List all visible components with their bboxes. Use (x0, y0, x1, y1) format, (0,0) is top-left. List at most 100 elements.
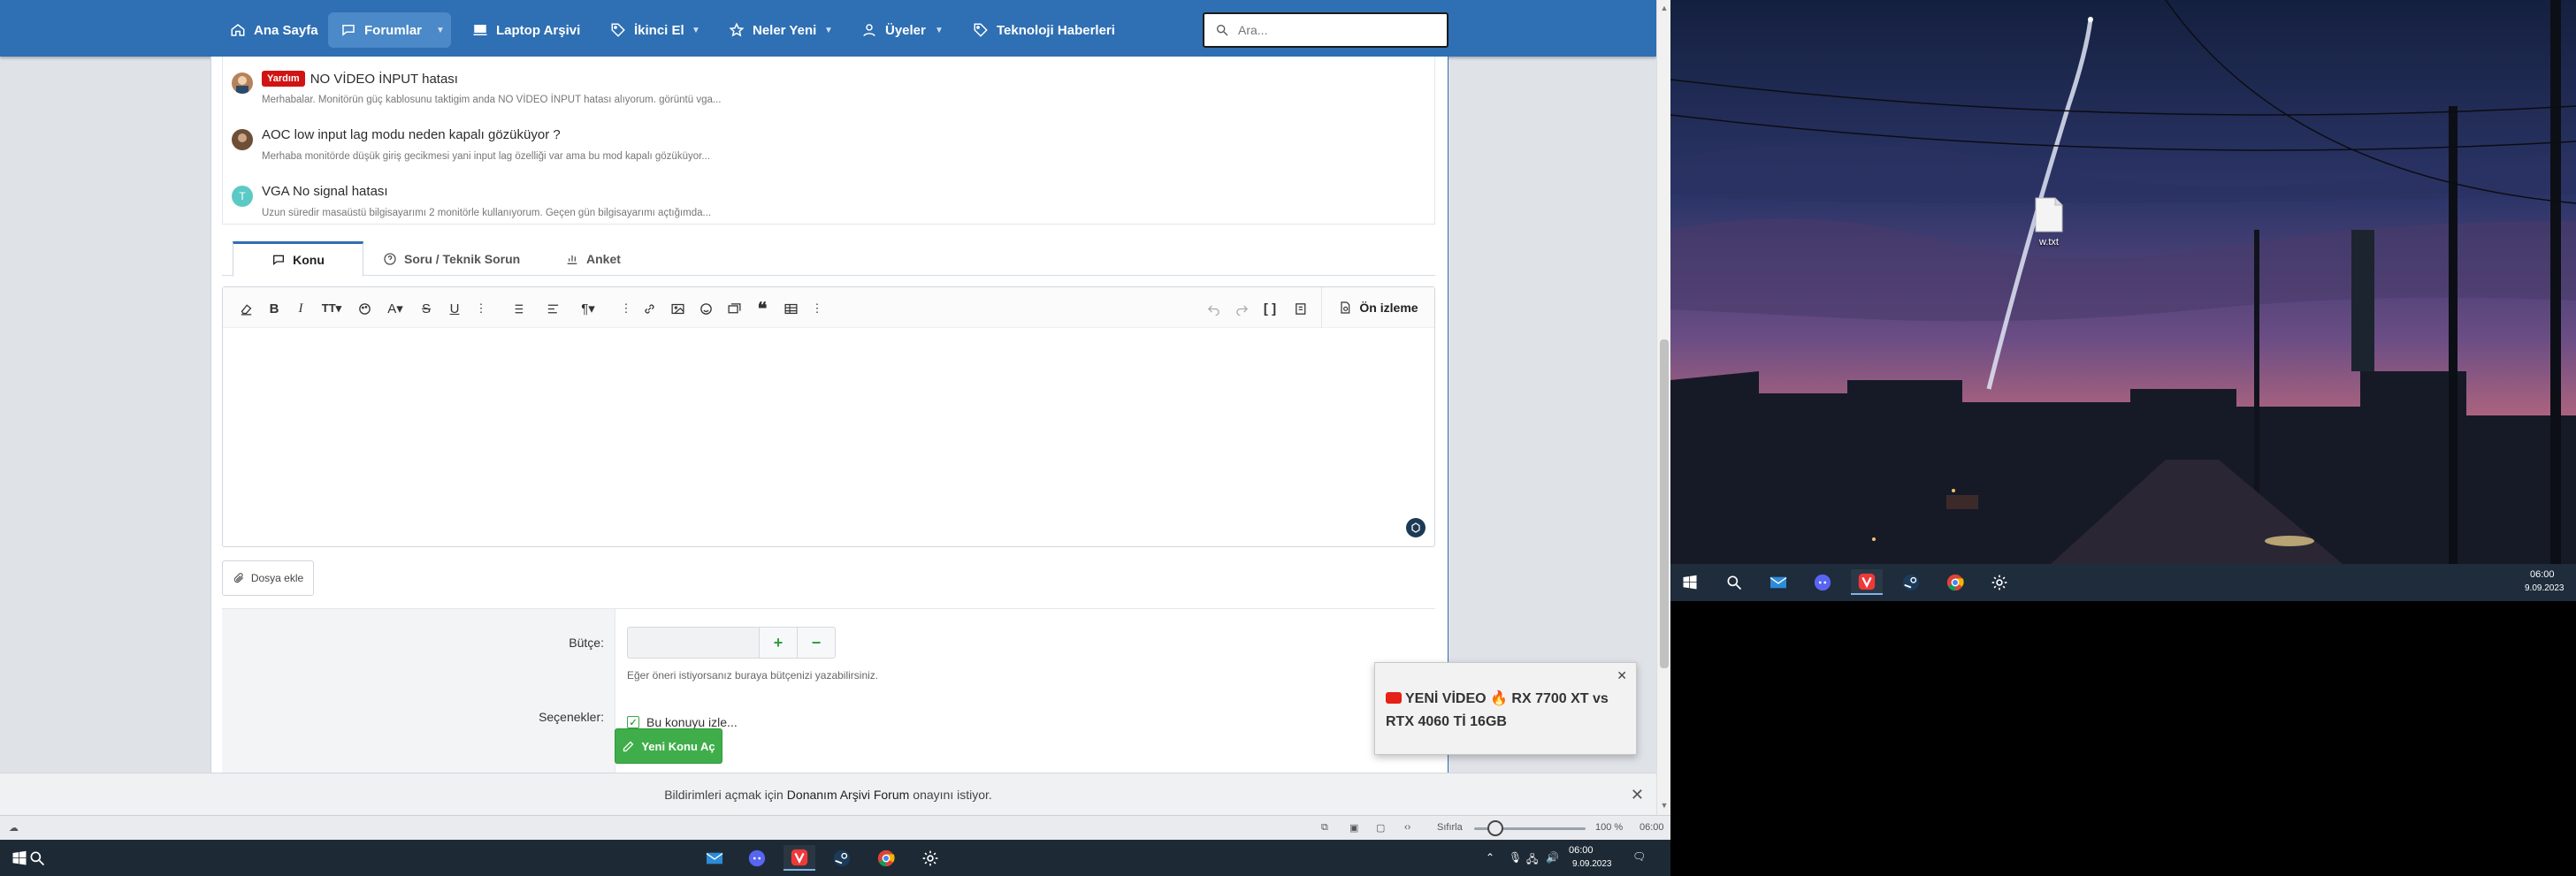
font-family-icon[interactable]: A▾ (380, 298, 410, 319)
nav-teknoloji-haberleri[interactable]: Teknoloji Haberleri (960, 12, 1127, 48)
settings-icon[interactable] (1984, 569, 2015, 595)
budget-increment-button[interactable]: + (759, 627, 798, 659)
palette-icon[interactable] (354, 298, 375, 319)
microphone-icon[interactable]: 🎙 (1509, 851, 1522, 864)
list-item[interactable]: Yardım NO VİDEO İNPUT hatası Merhabalar.… (223, 65, 1436, 120)
search-icon[interactable] (21, 845, 53, 871)
mail-app-icon[interactable] (699, 845, 730, 871)
thread-title-text[interactable]: NO VİDEO İNPUT hatası (310, 72, 458, 87)
tray-chevron-icon[interactable]: ⌃ (1486, 851, 1494, 864)
nav-ikinci-el[interactable]: İkinci El (598, 12, 697, 48)
cloud-icon[interactable]: ☁ (9, 822, 19, 834)
page-scrollbar[interactable]: ▲ ▼ (1656, 0, 1670, 815)
follow-thread-checkbox[interactable]: ✓ Bu konuyu izle... (627, 715, 738, 729)
tray-date[interactable]: 9.09.2023 (2525, 583, 2565, 593)
discord-icon[interactable] (1807, 569, 1838, 595)
tab-konu[interactable]: Konu (233, 241, 363, 277)
more-insert-icon[interactable]: ⋮ (806, 298, 828, 319)
close-icon[interactable]: ✕ (1631, 786, 1644, 804)
vivaldi-icon[interactable] (1851, 569, 1883, 595)
thread-title[interactable]: Yardım NO VİDEO İNPUT hatası (262, 71, 458, 87)
tray-time[interactable]: 06:00 (1569, 845, 1594, 856)
link-icon[interactable] (638, 298, 660, 319)
nav-forumlar[interactable]: Forumlar (328, 12, 435, 48)
nav-uyeler[interactable]: Üyeler (849, 12, 938, 48)
bold-icon[interactable]: B (264, 298, 285, 319)
bbcode-icon[interactable]: [ ] (1259, 298, 1280, 319)
search-box[interactable] (1203, 12, 1449, 48)
uyeler-dropdown-caret[interactable]: ▼ (929, 12, 950, 48)
media-icon[interactable] (723, 298, 745, 319)
scroll-up-icon[interactable]: ▲ (1660, 4, 1669, 12)
create-thread-button[interactable]: Yeni Konu Aç (615, 728, 722, 764)
budget-decrement-button[interactable]: − (797, 627, 836, 659)
start-icon[interactable] (1674, 569, 1706, 595)
nav-laptop-arsivi[interactable]: Laptop Arşivi (460, 12, 592, 48)
preview-button[interactable]: Ön izleme (1321, 287, 1434, 328)
ikinci-el-dropdown-caret[interactable]: ▼ (685, 12, 707, 48)
more-para-icon[interactable]: ⋮ (615, 298, 637, 319)
redo-icon[interactable] (1231, 298, 1252, 319)
editor-assistant-icon[interactable] (1406, 518, 1426, 537)
tab-anket[interactable]: Anket (551, 242, 635, 276)
italic-icon[interactable]: I (290, 298, 311, 319)
budget-input[interactable] (627, 627, 760, 659)
steam-icon[interactable] (1895, 569, 1927, 595)
chrome-icon[interactable] (1939, 569, 1971, 595)
table-icon[interactable] (780, 298, 801, 319)
strikethrough-icon[interactable]: S (416, 298, 437, 319)
thread-title[interactable]: AOC low input lag modu neden kapalı gözü… (262, 127, 561, 142)
align-icon[interactable] (538, 298, 568, 319)
image-toggle-icon[interactable]: ▣ (1349, 822, 1358, 834)
search-icon[interactable] (1718, 569, 1750, 595)
notifications-icon[interactable]: 🗨 (1632, 850, 1646, 863)
search-input[interactable] (1238, 23, 1433, 37)
thread-title-text[interactable]: VGA No signal hatası (262, 184, 388, 199)
more-text-icon[interactable]: ⋮ (470, 298, 492, 319)
vivaldi-icon[interactable] (784, 845, 815, 871)
tray-date[interactable]: 9.09.2023 (1572, 859, 1612, 869)
settings-icon[interactable] (914, 845, 946, 871)
tab-soru-teknik-sorun[interactable]: Soru / Teknik Sorun (369, 242, 534, 276)
image-icon[interactable] (667, 298, 688, 319)
undo-icon[interactable] (1203, 298, 1224, 319)
quote-icon[interactable]: ❝ (752, 298, 773, 319)
desktop-file[interactable]: w.txt (2022, 196, 2075, 248)
zoom-reset-label[interactable]: Sıfırla (1437, 822, 1463, 833)
close-icon[interactable]: ✕ (1617, 668, 1627, 683)
zoom-slider-handle[interactable] (1487, 820, 1503, 836)
font-size-icon[interactable]: TT▾ (317, 298, 347, 319)
page-action-icon[interactable]: ▢ (1376, 822, 1385, 834)
rich-text-editor[interactable]: B I TT▾ A▾ S U ⋮ ¶▾ ⋮ ❝ ⋮ [] Ön izleme (222, 286, 1435, 547)
popup-text[interactable]: YENİ VİDEO 🔥 RX 7700 XT vs RTX 4060 Tİ 1… (1386, 688, 1624, 734)
empty-screen-area (1670, 601, 2576, 876)
checkbox-checked-icon[interactable]: ✓ (627, 716, 639, 728)
forumlar-dropdown-caret[interactable]: ▼ (430, 12, 451, 48)
underline-icon[interactable]: U (444, 298, 465, 319)
drafts-icon[interactable] (1286, 298, 1316, 319)
nav-ana-sayfa[interactable]: Ana Sayfa (218, 12, 331, 48)
clear-format-icon[interactable] (235, 298, 256, 319)
scroll-thumb[interactable] (1660, 339, 1669, 668)
tray-time[interactable]: 06:00 (2530, 569, 2555, 580)
network-icon[interactable]: 🖧 (1526, 851, 1538, 870)
discord-icon[interactable] (741, 845, 773, 871)
scroll-down-icon[interactable]: ▼ (1660, 801, 1669, 810)
volume-icon[interactable]: 🔊 (1546, 851, 1559, 864)
attach-files-button[interactable]: Dosya ekle (222, 560, 314, 596)
list-icon[interactable] (502, 298, 532, 319)
emoji-icon[interactable] (695, 298, 716, 319)
thread-title-text[interactable]: AOC low input lag modu neden kapalı gözü… (262, 127, 561, 142)
chrome-icon[interactable] (870, 845, 902, 871)
list-item[interactable]: AOC low input lag modu neden kapalı gözü… (223, 122, 1436, 177)
video-popup[interactable]: ✕ YENİ VİDEO 🔥 RX 7700 XT vs RTX 4060 Tİ… (1374, 662, 1637, 755)
steam-icon[interactable] (826, 845, 858, 871)
paragraph-icon[interactable]: ¶▾ (573, 298, 603, 319)
capture-icon[interactable]: ⧉ (1321, 822, 1328, 834)
mail-app-icon[interactable] (1762, 569, 1794, 595)
nav-neler-yeni[interactable]: Neler Yeni (716, 12, 829, 48)
neler-yeni-dropdown-caret[interactable]: ▼ (818, 12, 839, 48)
list-item[interactable]: T VGA No signal hatası Uzun süredir masa… (223, 179, 1436, 233)
thread-title[interactable]: VGA No signal hatası (262, 184, 388, 199)
code-icon[interactable]: ‹› (1404, 822, 1410, 833)
